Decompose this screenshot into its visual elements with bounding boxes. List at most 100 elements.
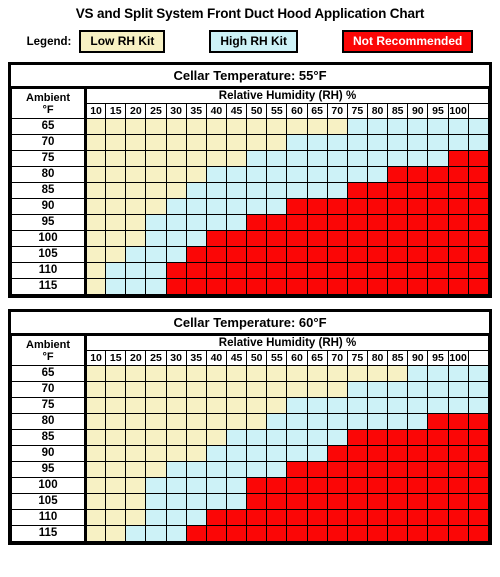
heatmap-cell xyxy=(467,246,490,263)
row-label-105: 105 xyxy=(11,246,87,263)
heatmap-cell xyxy=(427,477,449,494)
heatmap-cell xyxy=(366,182,389,199)
ambient-header-line1: Ambient xyxy=(26,91,70,104)
heatmap-cell xyxy=(225,182,248,199)
heatmap-cell xyxy=(447,365,469,382)
heatmap-cell xyxy=(165,413,187,430)
heatmap-cell xyxy=(387,461,409,478)
heatmap-cell xyxy=(225,230,248,247)
heatmap-cell xyxy=(447,166,469,183)
heatmap-cell xyxy=(205,230,227,247)
heatmap-cell xyxy=(125,525,147,542)
heatmap-cell xyxy=(83,477,107,494)
heatmap-cell xyxy=(407,214,429,231)
heatmap-cell xyxy=(326,230,348,247)
heatmap-cell xyxy=(286,429,308,446)
rh-tick-50: 50 xyxy=(246,350,268,366)
heatmap-cell xyxy=(125,134,147,151)
heatmap-cell xyxy=(145,246,167,263)
heatmap-cell xyxy=(346,214,368,231)
heatmap-cell xyxy=(407,509,429,526)
heatmap-cell xyxy=(447,246,469,263)
rh-tick-95: 95 xyxy=(427,103,449,119)
heatmap-cell xyxy=(366,365,389,382)
header-row-primary: Ambient °F Relative Humidity (RH) % xyxy=(11,335,489,366)
heatmap-cell xyxy=(105,397,127,414)
heatmap-cell xyxy=(306,493,328,510)
heatmap-cell xyxy=(165,365,187,382)
heatmap-cell xyxy=(366,134,389,151)
heatmap-cell xyxy=(165,246,187,263)
heatmap-cell xyxy=(266,134,288,151)
heatmap-cell xyxy=(427,150,449,167)
row-label-65: 65 xyxy=(11,118,87,135)
heatmap-cell xyxy=(205,262,227,279)
heatmap-cell xyxy=(225,413,248,430)
heatmap-cell xyxy=(165,166,187,183)
heatmap-cell xyxy=(447,413,469,430)
heatmap-cell xyxy=(83,365,107,382)
heatmap-cell xyxy=(427,278,449,295)
heatmap-cell xyxy=(366,278,389,295)
heatmap-cell xyxy=(266,509,288,526)
heatmap-cell xyxy=(407,166,429,183)
heatmap-cell xyxy=(306,429,328,446)
table-row: 85 xyxy=(11,429,490,446)
heatmap-cell xyxy=(366,262,389,279)
heatmap-cell xyxy=(326,198,348,215)
heatmap-cell xyxy=(346,134,368,151)
heatmap-cell xyxy=(225,477,248,494)
heatmap-cell xyxy=(205,134,227,151)
rh-tick-55: 55 xyxy=(266,350,288,366)
row-label-100: 100 xyxy=(11,477,87,494)
heatmap-cell xyxy=(125,493,147,510)
rh-tick-30: 30 xyxy=(165,103,187,119)
heatmap-cell xyxy=(266,397,288,414)
heatmap-cell xyxy=(467,365,490,382)
heatmap-cell xyxy=(346,445,368,462)
table-row: 85 xyxy=(11,182,490,199)
heatmap-cell xyxy=(306,214,328,231)
heatmap-cell xyxy=(246,477,268,494)
heatmap-cell xyxy=(286,381,308,398)
heatmap-cell xyxy=(205,413,227,430)
heatmap-cell xyxy=(467,525,490,542)
heatmap-cell xyxy=(427,118,449,135)
heatmap-cell xyxy=(246,365,268,382)
heatmap-cell xyxy=(266,166,288,183)
heatmap-cell xyxy=(447,150,469,167)
heatmap-cell xyxy=(306,381,328,398)
row-label-75: 75 xyxy=(11,150,87,167)
row-label-85: 85 xyxy=(11,429,87,446)
heatmap-cell xyxy=(447,214,469,231)
heatmap-cell xyxy=(326,182,348,199)
heatmap-cell xyxy=(306,413,328,430)
heatmap-cell xyxy=(387,118,409,135)
rh-tick-40: 40 xyxy=(205,350,227,366)
heatmap-cell xyxy=(467,461,490,478)
heatmap-cell xyxy=(83,397,107,414)
heatmap-cell xyxy=(266,445,288,462)
heatmap-cell xyxy=(387,214,409,231)
heatmap-cell xyxy=(427,198,449,215)
heatmap-cell xyxy=(266,198,288,215)
heatmap-cell xyxy=(286,477,308,494)
heatmap-cell xyxy=(266,118,288,135)
heatmap-cell xyxy=(225,214,248,231)
heatmap-cell xyxy=(105,150,127,167)
heatmap-cell xyxy=(185,278,207,295)
ambient-header: Ambient °F xyxy=(11,88,87,119)
rh-tick-60: 60 xyxy=(286,350,308,366)
heatmap-cell xyxy=(286,397,308,414)
table-row: 75 xyxy=(11,150,490,167)
heatmap-cell xyxy=(407,150,429,167)
table-row: 80 xyxy=(11,166,490,183)
heatmap-cell xyxy=(467,477,490,494)
heatmap-cell xyxy=(447,182,469,199)
heatmap-cell xyxy=(447,118,469,135)
heatmap-cell xyxy=(246,198,268,215)
heatmap-cell xyxy=(185,198,207,215)
heatmap-cell xyxy=(366,445,389,462)
ambient-header-line2: °F xyxy=(42,350,54,363)
heatmap-cell xyxy=(326,477,348,494)
